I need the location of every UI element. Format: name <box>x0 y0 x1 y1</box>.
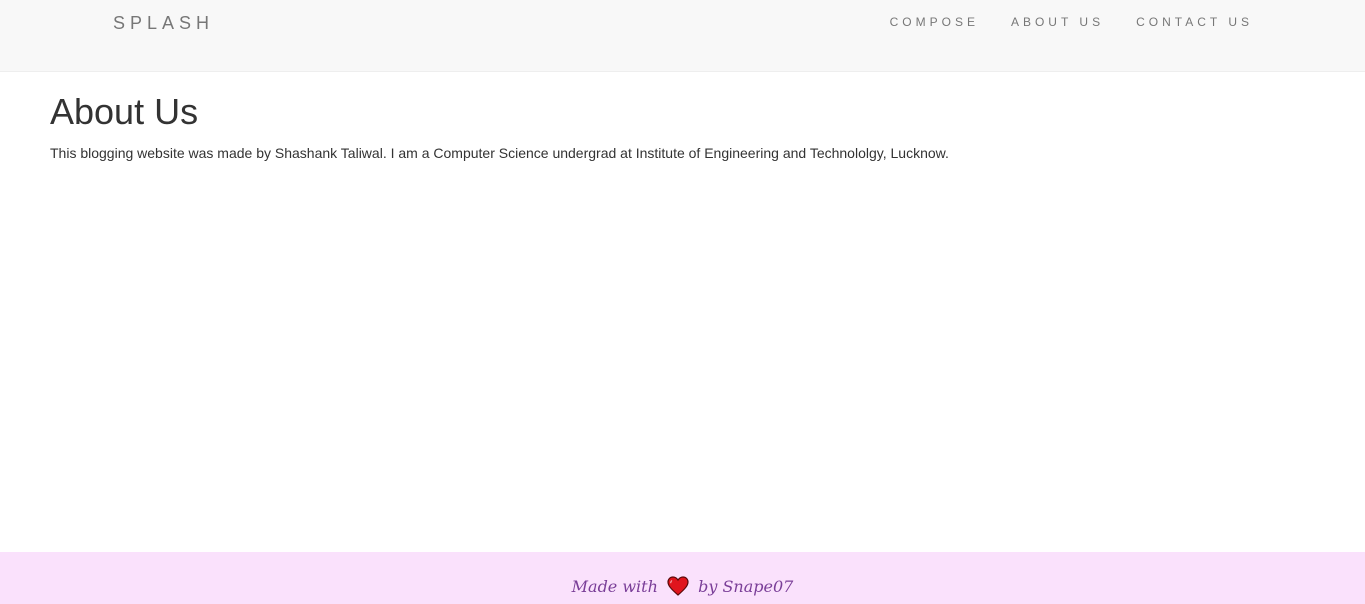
footer: Made with by Snape07 <box>0 552 1365 604</box>
heart-icon <box>667 576 689 596</box>
footer-text: Made with by Snape07 <box>0 576 1365 598</box>
nav-link-contact-us[interactable]: CONTACT US <box>1136 14 1253 30</box>
page-title: About Us <box>50 91 199 132</box>
footer-suffix: by Snape07 <box>698 577 794 596</box>
main-content: About Us This blogging website was made … <box>50 90 1315 163</box>
navbar: SPLASH COMPOSE ABOUT US CONTACT US <box>0 0 1365 72</box>
nav-link-compose[interactable]: COMPOSE <box>890 14 979 30</box>
footer-prefix: Made with <box>571 577 658 596</box>
page: SPLASH COMPOSE ABOUT US CONTACT US About… <box>0 0 1365 604</box>
nav-links: COMPOSE ABOUT US CONTACT US <box>890 14 1253 30</box>
about-paragraph: This blogging website was made by Shasha… <box>50 145 949 161</box>
brand-logo-link[interactable]: SPLASH <box>113 12 214 34</box>
nav-link-about-us[interactable]: ABOUT US <box>1011 14 1104 30</box>
